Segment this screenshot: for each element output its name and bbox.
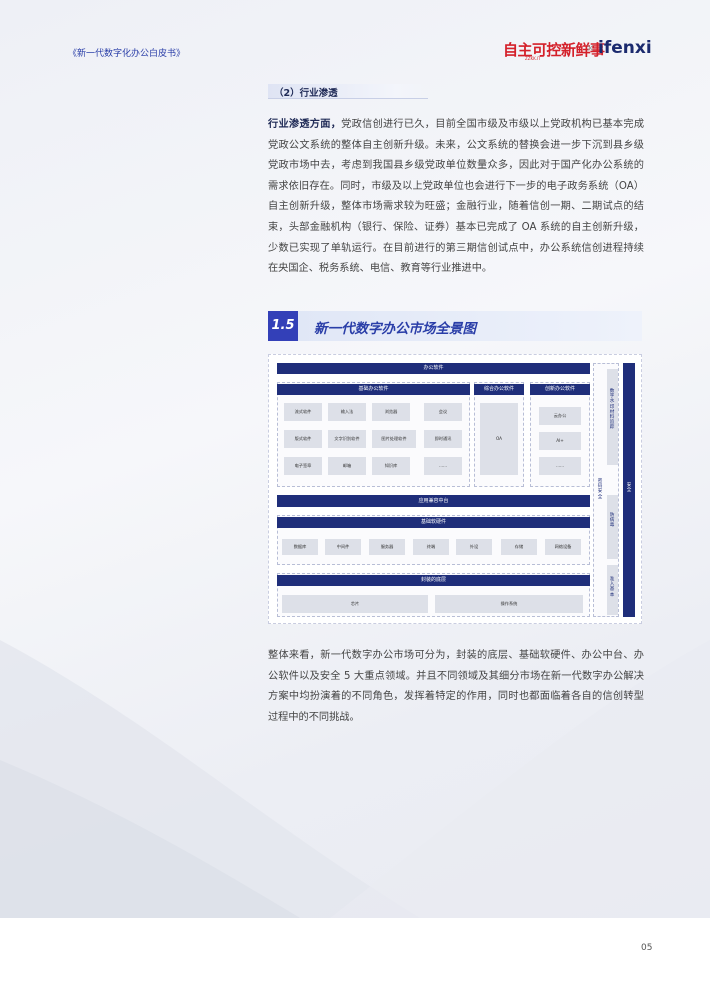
basic-office-item: 即时通讯 — [424, 430, 462, 448]
office-software-header: 办公软件 — [277, 363, 590, 374]
innovative-office-item: 云办公 — [539, 407, 581, 425]
basic-office-item: 会议 — [424, 403, 462, 421]
page-number: 05 — [641, 943, 653, 953]
access-label: 准入基本 — [609, 577, 615, 598]
basic-office-item: 电子签章 — [284, 457, 322, 475]
innovative-office-header: 创新办公软件 — [530, 384, 590, 395]
market-landscape-diagram: 办公软件 基础办公软件 流式软件 输入法 浏览器 会议 版式软件 文字识别软件 … — [268, 354, 642, 624]
hw-item: 存储 — [501, 539, 537, 555]
basic-office-item: ...... — [424, 457, 462, 475]
section-number: 1.5 — [268, 311, 298, 341]
hw-item: 服务器 — [369, 539, 405, 555]
hw-item: 中间件 — [325, 539, 361, 555]
password-security-label: 密码安全 — [597, 479, 603, 500]
oa-item: OA — [480, 403, 518, 475]
brand-logo-ifenxi: ifenxi — [598, 38, 652, 58]
os-item: 操作系统 — [435, 595, 583, 613]
logo-separator: × — [586, 43, 595, 54]
basic-office-item: 知识库 — [372, 457, 410, 475]
subheading: （2）行业渗透 — [268, 84, 428, 99]
basic-office-header: 基础办公软件 — [277, 384, 470, 395]
basic-office-item: 文字识别软件 — [328, 430, 366, 448]
chip-item: 芯片 — [282, 595, 428, 613]
base-layer-header: 封装的底层 — [277, 575, 590, 586]
paragraph-lead: 行业渗透方面， — [268, 119, 342, 130]
innovative-office-item: ...... — [539, 457, 581, 475]
security-label: 安全 — [626, 483, 632, 494]
hw-item: 数据库 — [282, 539, 318, 555]
paragraph-body: 党政信创进行已久，目前全国市级及市级以上党政机构已基本完成党政公文系统的整体自主… — [268, 119, 645, 275]
basic-office-item: 版式软件 — [284, 430, 322, 448]
page-footer-area — [0, 918, 710, 1004]
app-middleware-bar: 应用兼容中台 — [277, 495, 590, 507]
antivirus-label: 防病毒 — [609, 513, 615, 529]
basic-office-item: 流式软件 — [284, 403, 322, 421]
basic-office-item: 邮箱 — [328, 457, 366, 475]
hw-item: 外设 — [456, 539, 492, 555]
brand-logo-zzkk-sub: ZZKK.IT — [525, 56, 541, 61]
section-title: 新一代数字办公市场全景图 — [314, 321, 476, 337]
document-title: 《新一代数字化办公白皮书》 — [68, 49, 186, 59]
paragraph-industry-penetration: 行业渗透方面，党政信创进行已久，目前全国市级及市级以上党政机构已基本完成党政公文… — [268, 115, 644, 280]
basic-office-item: 输入法 — [328, 403, 366, 421]
subheading-text: （2）行业渗透 — [274, 88, 338, 99]
hw-item: 终端 — [413, 539, 449, 555]
hw-item: 网络设备 — [545, 539, 581, 555]
innovative-office-item: AI+ — [539, 432, 581, 450]
basic-hw-sw-header: 基础软硬件 — [277, 517, 590, 528]
basic-office-item: 图片处理软件 — [372, 430, 416, 448]
watermark-label: 数字水印材料追踪 — [609, 389, 615, 431]
integrated-office-header: 综合办公软件 — [474, 384, 524, 395]
paragraph-summary: 整体来看，新一代数字办公市场可分为，封装的底层、基础软硬件、办公中台、办公软件以… — [268, 650, 644, 723]
basic-office-item: 浏览器 — [372, 403, 410, 421]
